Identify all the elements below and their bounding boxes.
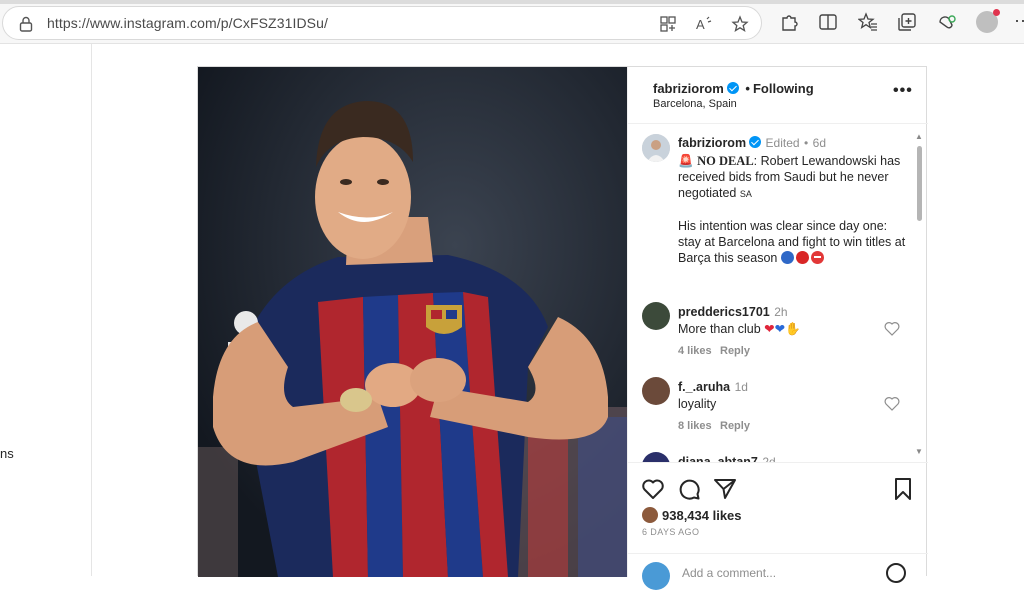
comment-item: f._.aruha 1d loyality — [678, 378, 878, 412]
scroll-down-arrow-icon[interactable]: ▼ — [915, 447, 923, 456]
post-caption: fabriziorom Edited • 6d 🚨 NO DEAL: Rober… — [678, 134, 910, 266]
post-location[interactable]: Barcelona, Spain — [653, 98, 737, 110]
post-author-row: fabriziorom • Following — [653, 81, 814, 96]
post-actions: 938,434 likes 6 DAYS AGO Add a comment..… — [628, 462, 928, 590]
app-grid-icon[interactable] — [659, 15, 677, 33]
more-options-icon[interactable]: ••• — [893, 82, 913, 100]
likes-row[interactable]: 938,434 likes — [642, 507, 742, 523]
comment-time[interactable]: 2h — [774, 305, 787, 319]
current-user-avatar — [642, 562, 670, 590]
comment-text: loyality — [678, 397, 717, 411]
share-icon[interactable] — [713, 477, 737, 501]
caption-edited: Edited — [765, 136, 800, 150]
post-timestamp[interactable]: 6 DAYS AGO — [642, 527, 699, 537]
extensions-icon[interactable] — [779, 12, 799, 32]
caption-paragraph-1: 🚨 NO DEAL: Robert Lewandowski has receiv… — [678, 153, 910, 202]
caption-username[interactable]: fabriziorom — [678, 136, 746, 150]
clap-icon: ✋ — [785, 322, 801, 336]
no-entry-icon — [810, 251, 824, 264]
comment-username[interactable]: predderics1701 — [678, 305, 770, 319]
commenter-avatar[interactable] — [642, 302, 670, 330]
collections-icon[interactable] — [897, 12, 917, 32]
split-screen-icon[interactable] — [818, 12, 838, 32]
post-card: fabriziorom • Following Barcelona, Spain … — [197, 66, 928, 590]
browser-toolbar: https://www.instagram.com/p/CxFSZ31IDSu/… — [0, 0, 1024, 44]
post-side-panel: fabriziorom • Following Barcelona, Spain … — [627, 67, 928, 590]
svg-text:A: A — [696, 17, 705, 32]
comment-icon[interactable] — [677, 477, 701, 501]
add-comment-input[interactable]: Add a comment... — [682, 566, 776, 580]
comment-like-heart-icon[interactable] — [884, 321, 900, 336]
player-photo-illustration — [198, 67, 627, 577]
comment-time[interactable]: 2d — [762, 455, 775, 462]
verified-badge-icon — [726, 82, 739, 94]
following-button[interactable]: Following — [753, 81, 814, 96]
red-circle-icon — [795, 251, 809, 264]
separator-dot: • — [745, 81, 750, 96]
flag-label: SA — [739, 189, 752, 199]
caption-paragraph-2: His intention was clear since day one: s… — [678, 218, 910, 266]
caption-time[interactable]: 6d — [813, 136, 826, 150]
post-photo[interactable] — [198, 67, 627, 577]
address-bar[interactable]: https://www.instagram.com/p/CxFSZ31IDSu/… — [2, 6, 762, 40]
instagram-sidebar: ns — [0, 44, 92, 576]
emoji-icon[interactable] — [886, 563, 906, 583]
comment-time[interactable]: 1d — [735, 380, 748, 394]
comment-reply-button[interactable]: Reply — [720, 420, 750, 432]
url-text[interactable]: https://www.instagram.com/p/CxFSZ31IDSu/ — [47, 15, 328, 31]
caption-label: NO DEAL — [697, 154, 754, 168]
likes-count[interactable]: 938,434 likes — [662, 508, 742, 523]
commenter-avatar[interactable] — [642, 452, 670, 462]
verified-badge-icon — [749, 136, 762, 148]
comment-text: More than club — [678, 322, 761, 336]
add-comment-row: Add a comment... — [628, 553, 928, 590]
liker-avatar — [642, 507, 658, 523]
comment-item: diana_abtan7 2d — [678, 453, 878, 462]
comment-likes[interactable]: 4 likes — [678, 345, 712, 357]
author-avatar[interactable] — [642, 134, 670, 162]
comment-item: predderics1701 2h More than club ❤❤✋ — [678, 303, 878, 337]
tab-strip — [0, 0, 1024, 4]
scroll-up-arrow-icon[interactable]: ▲ — [915, 132, 923, 141]
blue-heart-icon: ❤ — [774, 322, 786, 336]
siren-icon: 🚨 — [678, 154, 694, 168]
blue-circle-icon — [780, 251, 794, 264]
comment-reply-button[interactable]: Reply — [720, 345, 750, 357]
favorites-icon[interactable] — [858, 12, 878, 32]
comment-like-heart-icon[interactable] — [884, 396, 900, 411]
sidebar-item-label[interactable]: ns — [0, 446, 14, 461]
red-heart-icon: ❤ — [764, 322, 775, 336]
read-aloud-icon[interactable]: A — [695, 15, 713, 33]
lock-icon[interactable] — [19, 16, 33, 32]
heart-icon[interactable] — [641, 477, 665, 501]
bookmark-icon[interactable] — [891, 477, 915, 501]
comment-likes[interactable]: 8 likes — [678, 420, 712, 432]
comment-text-row: More than club ❤❤✋ — [678, 321, 878, 337]
copilot-icon[interactable] — [937, 12, 957, 32]
scrollbar-thumb[interactable] — [917, 146, 922, 221]
author-avatar-image — [642, 134, 670, 162]
comment-username[interactable]: f._.aruha — [678, 380, 730, 394]
caption-dot: • — [804, 136, 809, 150]
favorite-star-icon[interactable] — [731, 15, 749, 33]
comments-scrollbar[interactable]: ▲ ▼ — [915, 132, 923, 457]
comments-list[interactable]: fabriziorom Edited • 6d 🚨 NO DEAL: Rober… — [628, 124, 928, 462]
author-username[interactable]: fabriziorom — [653, 81, 724, 96]
commenter-avatar[interactable] — [642, 377, 670, 405]
profile-avatar[interactable] — [976, 9, 1000, 33]
post-header: fabriziorom • Following Barcelona, Spain … — [628, 67, 928, 124]
comment-username[interactable]: diana_abtan7 — [678, 455, 758, 462]
browser-menu-icon[interactable]: ⋯ — [1014, 11, 1024, 32]
